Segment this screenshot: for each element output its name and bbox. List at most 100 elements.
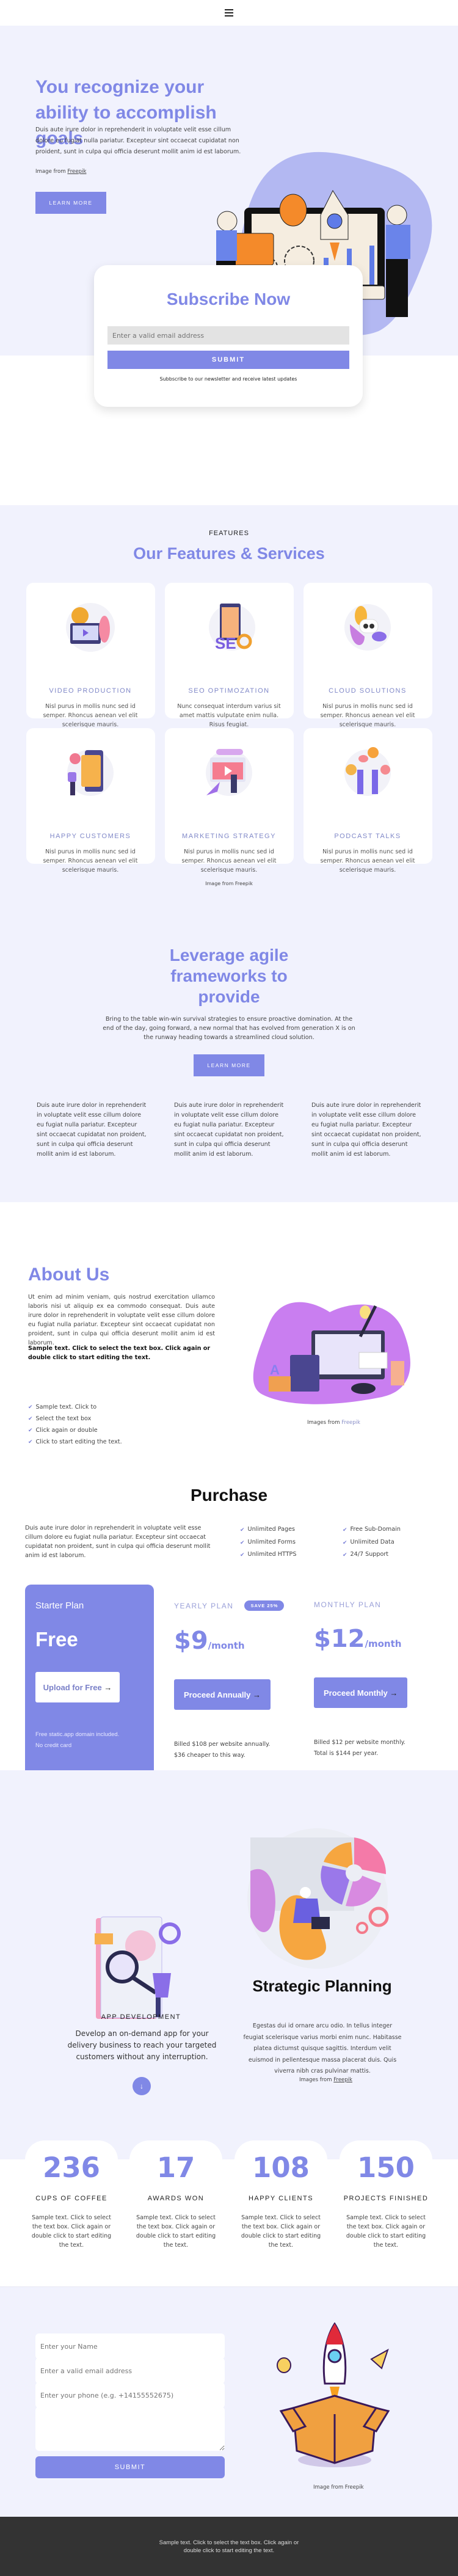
- lightbulb: [277, 2357, 291, 2373]
- plan-features-list: ✔ Free Sub-Domain ✔ Unlimited Data ✔ 24/7 S…: [343, 1523, 401, 1561]
- proceed-annually-button[interactable]: Proceed Annually →: [174, 1679, 271, 1710]
- checklist-label: Sample text. Click to: [35, 1404, 97, 1410]
- stat-desc: Sample text. Click to select the text bo…: [31, 2214, 112, 2249]
- subscribe-email-input[interactable]: [107, 326, 349, 345]
- plan-label: MONTHLY PLAN: [314, 1600, 436, 1609]
- stat-value: 150: [357, 2151, 415, 2184]
- subscribe-card: Subscribe Now SUBMIT Subbscribe to our n…: [94, 265, 363, 407]
- plan-feature-label: 24/7 Support: [350, 1551, 389, 1558]
- laptop: [311, 1917, 330, 1929]
- stats-section: 236 CUPS OF COFFEE Sample text. Click to…: [0, 2134, 458, 2286]
- leverage-column-text: Duis aute irure dolor in reprehenderit i…: [174, 1102, 284, 1158]
- footer: Sample text. Click to select the text bo…: [0, 2517, 458, 2576]
- subscribe-submit-button[interactable]: SUBMIT: [107, 351, 349, 369]
- leverage-learn-more-button[interactable]: LEARN MORE: [194, 1054, 264, 1076]
- proceed-monthly-button[interactable]: Proceed Monthly →: [314, 1677, 408, 1708]
- seo-icon: SE: [209, 604, 255, 652]
- app-development-desc: Develop an on-demand app for your delive…: [67, 2029, 217, 2061]
- feature-desc: Nisl purus in mollis nunc sed id semper.…: [320, 703, 415, 728]
- plan-feature-label: Unlimited Data: [350, 1538, 394, 1545]
- stat-desc: Sample text. Click to select the text bo…: [346, 2214, 426, 2249]
- plan-price: Free: [35, 1628, 78, 1651]
- feature-card: PODCAST TALKS Nisl purus in mollis nunc …: [303, 728, 432, 874]
- stat-card: 108 HAPPY CLIENTS Sample text. Click to …: [234, 2140, 327, 2275]
- plan-price: $9/month: [174, 1627, 296, 1655]
- check-icon: ✔: [28, 1404, 33, 1410]
- analytics-illustration: [247, 1828, 389, 1969]
- credit-prefix: Images from: [307, 1420, 342, 1426]
- about-title: About Us: [28, 1264, 110, 1285]
- name-input[interactable]: [35, 2333, 225, 2359]
- strategic-title: Strategic Planning: [252, 1977, 392, 1995]
- stat-label: AWARDS WON: [147, 2195, 205, 2202]
- save-badge: SAVE 25%: [244, 1600, 285, 1611]
- phone-input[interactable]: [35, 2382, 225, 2408]
- check-icon: ✔: [28, 1439, 33, 1445]
- feature-title: CLOUD SOLUTIONS: [329, 687, 407, 695]
- strategic-desc: Egestas dui id ornare arcu odio. In tell…: [243, 2023, 402, 2074]
- scroll-down-button[interactable]: ↓: [133, 2077, 151, 2095]
- plan-label: YEARLY PLAN SAVE 25%: [174, 1600, 296, 1611]
- arrow-right-icon: →: [104, 1682, 112, 1692]
- plan-feature: ✔ 24/7 Support: [343, 1549, 401, 1561]
- feature-card: CLOUD SOLUTIONS Nisl purus in mollis nun…: [303, 583, 432, 728]
- plan-note: Billed $12 per website monthly. Total is …: [314, 1737, 436, 1759]
- phone-login-icon: [67, 750, 114, 796]
- podcast-icon: [344, 747, 391, 796]
- top-bar: [0, 0, 458, 26]
- price-value: $12: [314, 1625, 365, 1653]
- checklist-item: ✔ Sample text. Click to: [28, 1401, 122, 1413]
- price-value: $9: [174, 1627, 208, 1655]
- checklist-label: Select the text box: [35, 1415, 92, 1422]
- price-period: /month: [208, 1640, 245, 1651]
- purchase-section: Purchase Duis aute irure dolor in repreh…: [0, 1459, 458, 1820]
- hero-credit: Image from Freepik: [35, 169, 86, 175]
- feature-title: MARKETING STRATEGY: [182, 833, 276, 840]
- check-icon: ✔: [28, 1427, 33, 1433]
- checklist-item: ✔ Select the text box: [28, 1413, 122, 1425]
- freepik-link[interactable]: Freepik: [67, 169, 86, 175]
- check-icon: ✔: [240, 1539, 245, 1545]
- plan-note-line: Billed $108 per website annually.: [174, 1741, 271, 1748]
- app-development-title: APP DEVELOPMENT: [101, 2013, 181, 2021]
- contact-credit: Image from Freepik: [313, 2484, 364, 2490]
- check-icon: ✔: [240, 1552, 245, 1558]
- arrow-right-icon: →: [390, 1688, 398, 1698]
- contact-submit-button[interactable]: SUBMIT: [35, 2456, 225, 2478]
- hamburger-menu-icon[interactable]: [225, 9, 233, 16]
- plan-label-text: MONTHLY PLAN: [314, 1600, 382, 1609]
- svg-text:SE: SE: [215, 634, 236, 652]
- design-workspace-illustration: A: [253, 1302, 410, 1404]
- button-label: Proceed Annually: [184, 1690, 251, 1699]
- plan-note-line: Free static.app domain included.: [35, 1731, 120, 1738]
- plan-feature: ✔ Unlimited Forms: [240, 1536, 296, 1549]
- stat-label: PROJECTS FINISHED: [343, 2195, 429, 2202]
- freepik-link[interactable]: Freepik: [341, 1420, 360, 1426]
- plan-note-line: $36 cheaper to this way.: [174, 1752, 245, 1759]
- coffee-cup: [391, 1361, 404, 1385]
- freepik-link[interactable]: Freepik: [333, 2077, 352, 2083]
- about-lead: Ut enim ad minim veniam, quis nostrud ex…: [28, 1294, 215, 1346]
- email-input[interactable]: [35, 2358, 225, 2384]
- chart-bar: [369, 246, 374, 285]
- plan-feature: ✔ Unlimited HTTPS: [240, 1549, 296, 1561]
- person-woman-head: [217, 211, 238, 232]
- checklist-label: Click to start editing the text.: [35, 1439, 122, 1445]
- stat-label: HAPPY CLIENTS: [248, 2195, 314, 2202]
- plan-feature-label: Unlimited Forms: [247, 1538, 296, 1545]
- upload-for-free-button[interactable]: Upload for Free →: [35, 1672, 120, 1702]
- purchase-lead: Duis aute irure dolor in reprehenderit i…: [25, 1525, 211, 1559]
- learn-more-button[interactable]: LEARN MORE: [35, 192, 106, 214]
- check-icon: ✔: [343, 1527, 347, 1533]
- feature-title: SEO OPTIMOZATION: [188, 687, 270, 695]
- message-textarea[interactable]: [35, 2407, 225, 2451]
- about-checklist: ✔ Sample text. Click to ✔ Select the text …: [28, 1401, 122, 1448]
- purchase-title: Purchase: [190, 1486, 268, 1505]
- rocket-box-illustration: [277, 2322, 390, 2467]
- mouse: [351, 1383, 376, 1394]
- plan-label: Starter Plan: [35, 1600, 84, 1611]
- strategic-section: APP DEVELOPMENT Develop an on-demand app…: [0, 1770, 458, 2134]
- plan-note: Free static.app domain included. No credi…: [35, 1729, 144, 1751]
- contact-section: SUBMIT Image from Freepik: [0, 2286, 458, 2517]
- about-credit: Images from Freepik: [307, 1420, 360, 1426]
